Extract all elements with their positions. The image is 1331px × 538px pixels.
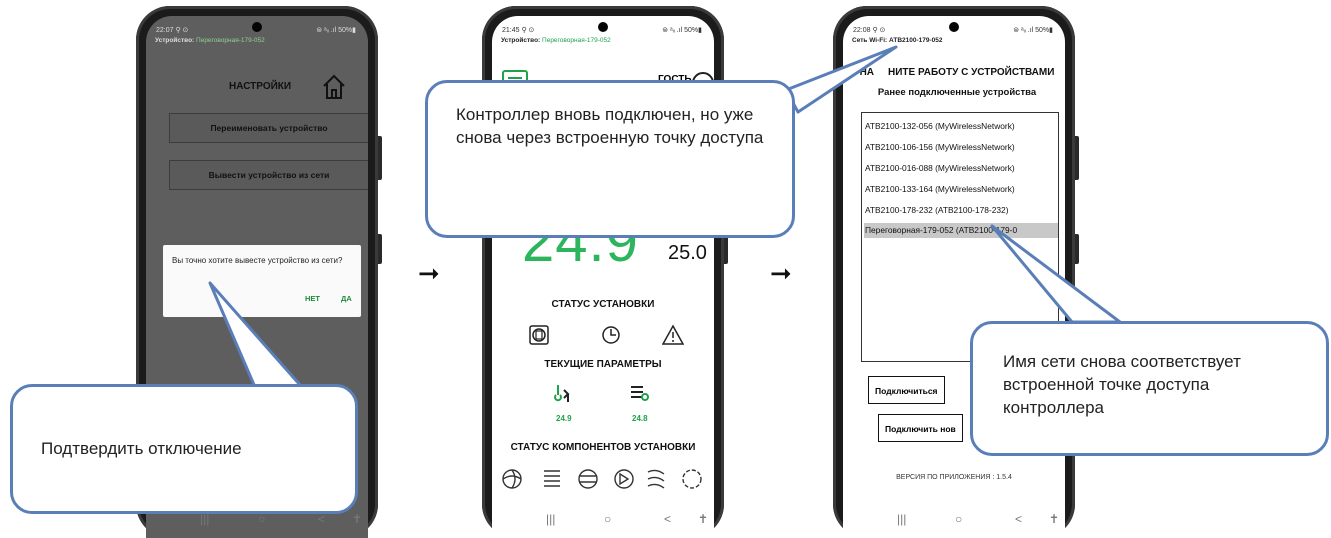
status-time: 22:08 ⚲ ⊙ [853,27,886,34]
status-time: 21:45 ⚲ ⊙ [502,27,535,34]
connect-button[interactable]: Подключиться [868,376,945,404]
previous-devices-heading: Ранее подключенные устройства [877,87,1037,98]
nav-bar: ||| ○ < ✝ [492,504,714,538]
flow-arrow-icon: ➞ [770,258,792,288]
screen-device-list: 22:08 ⚲ ⊙ ⊜ ᵃᵢᵢ .ıl 50%▮ Сеть Wi-Fi: АТВ… [843,16,1065,538]
status-icons: ⊜ ᵃᵢᵢ .ıl 50%▮ [662,27,702,34]
recent-apps-button[interactable]: ||| [897,512,906,526]
callout-network-name: Имя сети снова соответствует встроенной … [970,321,1329,456]
unit-status-icon [529,325,549,345]
param2-value: 24.8 [632,414,648,423]
power-button [724,234,728,264]
home-nav-button[interactable]: ○ [604,512,611,526]
filter-icon [578,469,598,489]
device-list-item[interactable]: АТВ2100-132-056 (MyWirelessNetwork) [864,119,1015,134]
front-camera [949,22,959,32]
current-params-heading: ТЕКУЩИЕ ПАРАМЕТРЫ [544,359,662,370]
page-title: НАСТРОЙКИ [229,81,292,92]
set-temperature: 25.0 [668,242,707,264]
wifi-network-label: Сеть Wi-Fi: АТВ2100-179-052 [852,37,943,44]
device-name: Переговорная-179-052 [542,37,611,44]
connect-new-button[interactable]: Подключить нов [878,414,963,442]
nav-bar: ||| ○ < ✝ [843,504,1065,538]
install-status-heading: СТАТУС УСТАНОВКИ [551,299,655,310]
back-nav-button[interactable]: < [1015,512,1022,526]
home-nav-button[interactable]: ○ [258,512,265,526]
app-version: ВЕРСИЯ ПО ПРИЛОЖЕНИЯ : 1.5.4 [896,474,1012,481]
volume-button [1075,136,1079,180]
warning-icon [662,324,684,345]
home-nav-button[interactable]: ○ [955,512,962,526]
recent-apps-button[interactable]: ||| [200,512,209,526]
recuperator-icon [647,469,665,489]
dialog-yes-button[interactable]: ДА [341,294,352,303]
volume-button [378,136,382,180]
back-nav-button[interactable]: < [318,512,325,526]
flow-arrow-icon: ➞ [418,258,440,288]
device-list-item[interactable]: АТВ2100-106-156 (MyWirelessNetwork) [864,140,1015,155]
device-name: Переговорная-179-052 [196,37,265,44]
device-label: Устройство: [155,37,195,44]
power-button [1075,234,1079,264]
heading-start: НА [859,67,875,78]
device-list-item[interactable]: АТВ2100-133-164 (MyWirelessNetwork) [864,182,1015,197]
heading-end: НИТЕ РАБОТУ С УСТРОЙСТВАМИ [888,67,1055,78]
device-list-item[interactable]: АТВ2100-178-232 (АТВ2100-178-232) [864,203,1008,218]
device-line: Устройство: Переговорная-179-052 [155,37,265,44]
power-button [378,234,382,264]
dialog-no-button[interactable]: НЕТ [305,294,320,303]
device-label: Устройство: [501,37,541,44]
home-icon[interactable] [322,74,346,100]
clock-icon [602,326,620,344]
confirm-dialog: Вы точно хотите вывесте устройство из се… [163,245,361,317]
front-camera [252,22,262,32]
param1-value: 24.9 [556,414,572,423]
remove-device-button[interactable]: Вывести устройство из сети [169,160,368,190]
recent-apps-button[interactable]: ||| [546,512,555,526]
components-heading: СТАТУС КОМПОНЕНТОВ УСТАНОВКИ [510,442,696,453]
supply-temp-icon [631,386,649,401]
device-list-item[interactable]: АТВ2100-016-088 (MyWirelessNetwork) [864,161,1015,176]
accessibility-icon[interactable]: ✝ [1049,512,1059,526]
phone-device-list: 22:08 ⚲ ⊙ ⊜ ᵃᵢᵢ .ıl 50%▮ Сеть Wi-Fi: АТВ… [833,6,1079,538]
pump-icon [682,469,702,489]
page-heading: НА НИТЕ РАБОТУ С УСТРОЙСТВАМИ [853,67,1061,78]
back-nav-button[interactable]: < [664,512,671,526]
dialog-message: Вы точно хотите вывесте устройство из се… [172,256,343,265]
callout-reconnected: Контроллер вновь подключен, но уже снова… [425,80,795,238]
damper-icon [614,469,634,489]
accessibility-icon[interactable]: ✝ [352,512,362,526]
callout-confirm-disconnect: Подтвердить отключение [10,384,358,514]
status-icons: ⊜ ᵃᵢᵢ .ıl 50%▮ [1013,27,1053,34]
device-list-item-selected[interactable]: Переговорная-179-052 (АТВ2100-179-0 [864,223,1058,238]
front-camera [598,22,608,32]
fan-icon [502,469,522,489]
accessibility-icon[interactable]: ✝ [698,512,708,526]
device-line: Устройство: Переговорная-179-052 [501,37,611,44]
heater-icon [544,470,560,487]
outdoor-temp-icon [554,385,570,402]
status-time: 22:07 ⚲ ⊙ [156,27,189,34]
component-icons [502,469,702,489]
rename-device-button[interactable]: Переименовать устройство [169,113,368,143]
status-icons: ⊜ ᵃᵢᵢ .ıl 50%▮ [316,27,356,34]
